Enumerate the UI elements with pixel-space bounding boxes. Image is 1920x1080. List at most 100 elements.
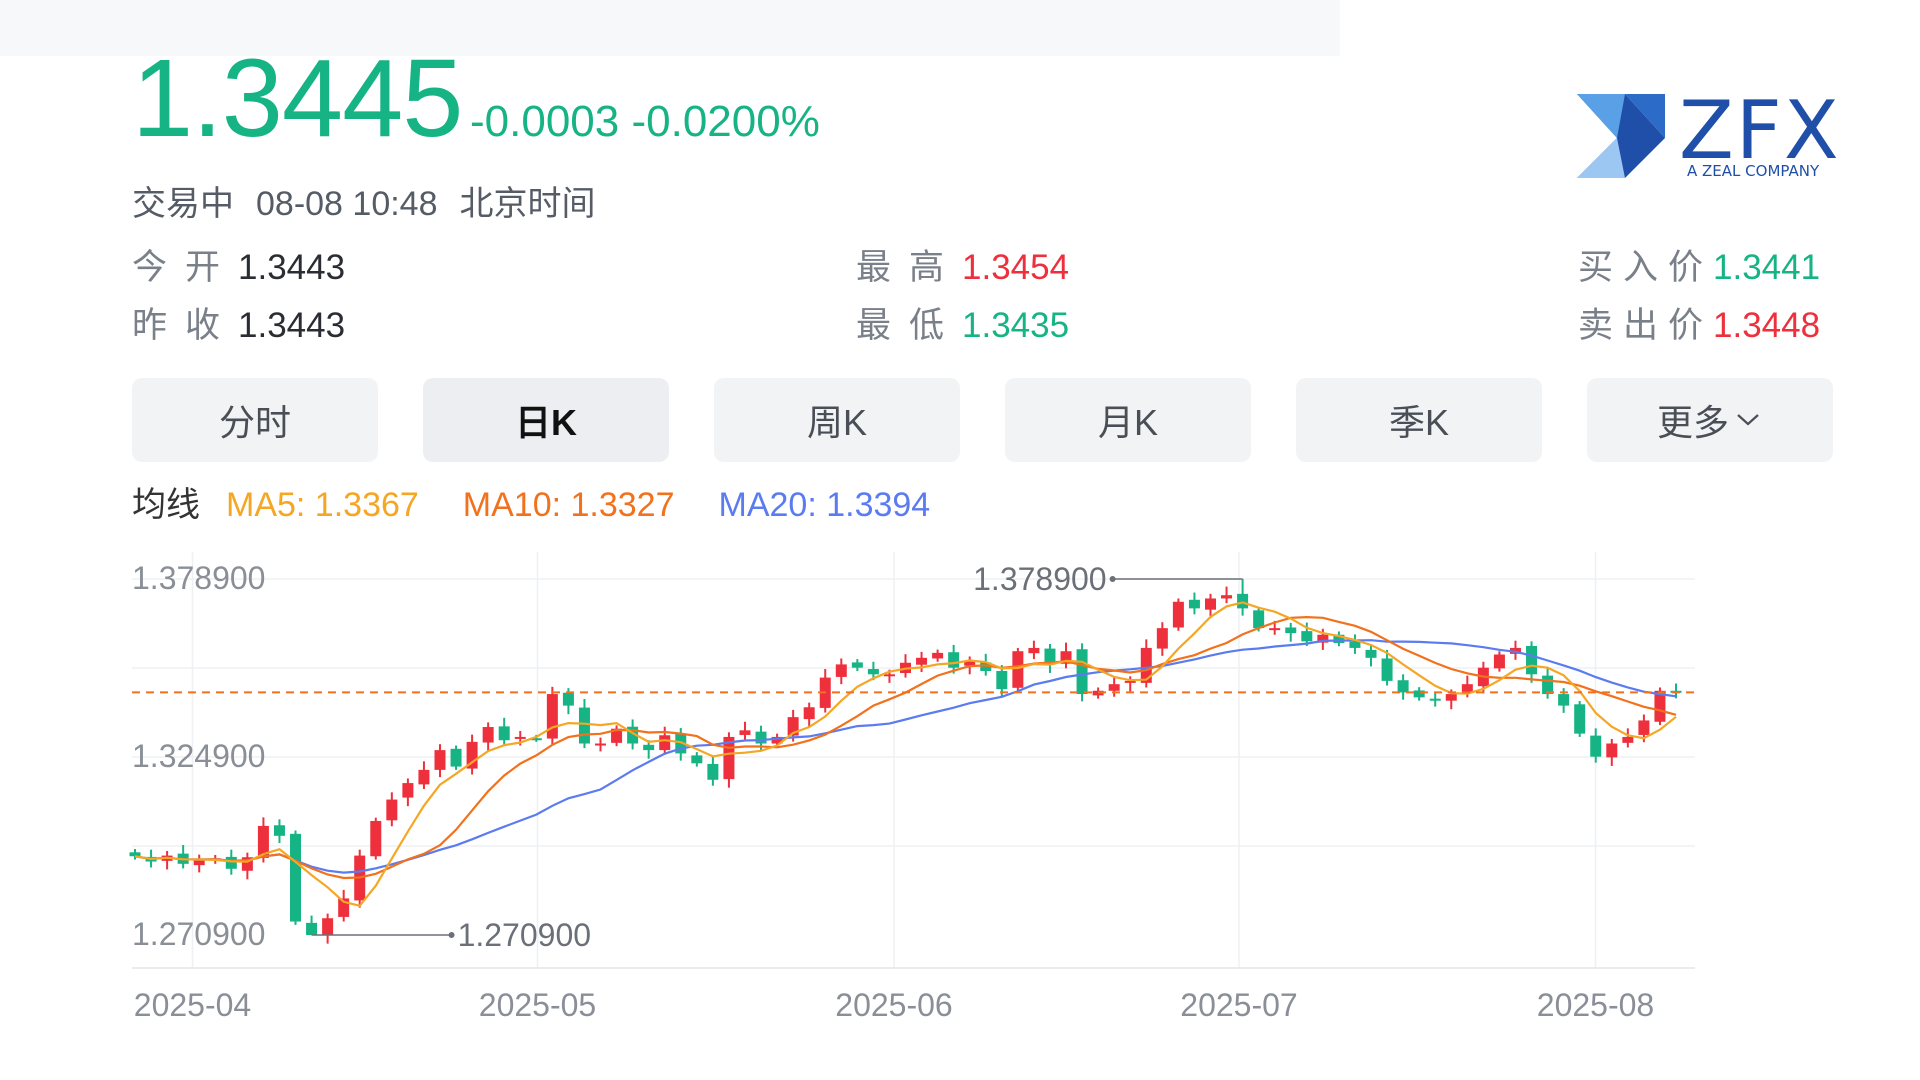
candle-body xyxy=(1349,641,1361,648)
candle-body xyxy=(1028,647,1040,654)
tab-weekly-k[interactable]: 周K xyxy=(714,378,960,462)
candle-body xyxy=(1108,684,1120,691)
tab-daily-k[interactable]: 日K xyxy=(423,378,669,462)
low-label: 最低 xyxy=(856,306,963,345)
candle-body xyxy=(1542,675,1554,695)
candle-body xyxy=(1397,680,1409,693)
x-tick-label: 2025-07 xyxy=(1180,987,1297,1023)
open-row: 今开1.3443 xyxy=(132,250,345,285)
candle-body xyxy=(1445,694,1457,701)
max-annotation-dot xyxy=(1109,576,1116,583)
x-tick-label: 2025-08 xyxy=(1537,987,1654,1023)
candle-body xyxy=(1590,735,1602,757)
candle-body xyxy=(1622,736,1634,743)
high-row: 最高1.3454 xyxy=(856,250,1069,285)
candle-body xyxy=(916,657,928,665)
candle-body xyxy=(290,833,302,922)
candle-body xyxy=(273,825,285,836)
ma5-line xyxy=(134,601,1677,908)
candle-body xyxy=(595,743,607,746)
candle-body xyxy=(402,783,414,798)
tab-monthly-k[interactable]: 月K xyxy=(1005,378,1251,462)
datetime: 08-08 10:48 xyxy=(256,185,438,223)
candle-body xyxy=(691,755,703,764)
x-tick-label: 2025-04 xyxy=(134,987,251,1023)
candle-body xyxy=(867,669,879,675)
candle-body xyxy=(225,856,237,869)
candle-body xyxy=(1076,649,1088,695)
candle-body xyxy=(851,662,863,668)
candle-body xyxy=(129,852,141,857)
candle-body xyxy=(562,692,574,706)
candle-body xyxy=(193,860,205,866)
candle-body xyxy=(643,744,655,751)
tab-quarterly-k[interactable]: 季K xyxy=(1296,378,1542,462)
candle-body xyxy=(1269,628,1281,631)
logo-subtitle: A ZEAL COMPANY xyxy=(1687,162,1820,180)
change-value: -0.0003 xyxy=(470,97,620,146)
ask-value: 1.3448 xyxy=(1713,306,1821,345)
candle-body xyxy=(1365,649,1377,658)
zfx-logo: ZFX A ZEAL COMPANY xyxy=(1575,84,1850,180)
candle-body xyxy=(1204,598,1216,610)
period-tabs: 分时 日K 周K 月K 季K 更多 xyxy=(132,378,1833,462)
y-tick-label: 1.378900 xyxy=(132,560,265,596)
y-tick-label: 1.324900 xyxy=(132,738,265,774)
candle-body xyxy=(883,674,895,677)
candle-body xyxy=(418,769,430,785)
candle-body xyxy=(835,664,847,677)
status-text: 交易中 xyxy=(132,185,234,223)
candle-body xyxy=(755,731,767,744)
candle-body xyxy=(1172,601,1184,628)
candle-body xyxy=(707,763,719,780)
candle-body xyxy=(932,652,944,659)
high-value: 1.3454 xyxy=(962,248,1070,287)
min-annotation-dot xyxy=(448,932,455,939)
tab-more[interactable]: 更多 xyxy=(1587,378,1833,462)
x-tick-label: 2025-05 xyxy=(479,987,596,1023)
low-row: 最低1.3435 xyxy=(856,308,1069,343)
candle-body xyxy=(803,707,815,720)
tab-more-label: 更多 xyxy=(1656,402,1729,443)
bid-label: 买入价 xyxy=(1578,248,1714,287)
high-label: 最高 xyxy=(856,248,963,287)
ma20-value: MA20: 1.3394 xyxy=(718,486,931,524)
trading-status: 交易中 08-08 10:48 北京时间 xyxy=(132,176,618,225)
candle-body xyxy=(1156,628,1168,649)
x-tick-label: 2025-06 xyxy=(835,987,952,1023)
candle-body xyxy=(1558,694,1570,706)
candle-body xyxy=(948,652,960,668)
candle-body xyxy=(1429,698,1441,701)
candle-body xyxy=(434,750,446,770)
candle-body xyxy=(1638,720,1650,735)
ask-row: 卖出价1.3448 xyxy=(1578,308,1820,343)
ma-title: 均线 xyxy=(132,486,200,524)
candle-body xyxy=(386,799,398,821)
low-value: 1.3435 xyxy=(962,306,1070,345)
candle-body xyxy=(482,727,494,743)
timezone: 北京时间 xyxy=(459,185,596,223)
candlestick-chart: 1.378900 1.324900 1.270900 2025-04 2025-05 20… xyxy=(129,552,1695,1023)
ma10-value: MA10: 1.3327 xyxy=(462,486,675,524)
candle-body xyxy=(1493,654,1505,669)
candle-body xyxy=(1237,593,1249,609)
bid-row: 买入价1.3441 xyxy=(1578,250,1820,285)
candle-body xyxy=(659,735,671,751)
candle-body xyxy=(514,736,526,739)
candle-body xyxy=(1606,743,1618,758)
prev-close-value: 1.3443 xyxy=(238,306,346,345)
candle-body xyxy=(739,730,751,735)
candle-body xyxy=(578,707,590,744)
ma5-value: MA5: 1.3367 xyxy=(226,486,419,524)
candle-body xyxy=(322,918,334,936)
tab-intraday[interactable]: 分时 xyxy=(132,378,378,462)
chevron-down-icon xyxy=(1737,414,1759,426)
candle-body xyxy=(498,726,510,741)
bid-value: 1.3441 xyxy=(1713,248,1821,287)
candle-body xyxy=(1526,645,1538,675)
ask-label: 卖出价 xyxy=(1578,306,1714,345)
candle-body xyxy=(1188,599,1200,609)
y-tick-label: 1.270900 xyxy=(132,916,265,952)
candle-body xyxy=(1285,627,1297,634)
prev-close-label: 昨收 xyxy=(132,306,239,345)
